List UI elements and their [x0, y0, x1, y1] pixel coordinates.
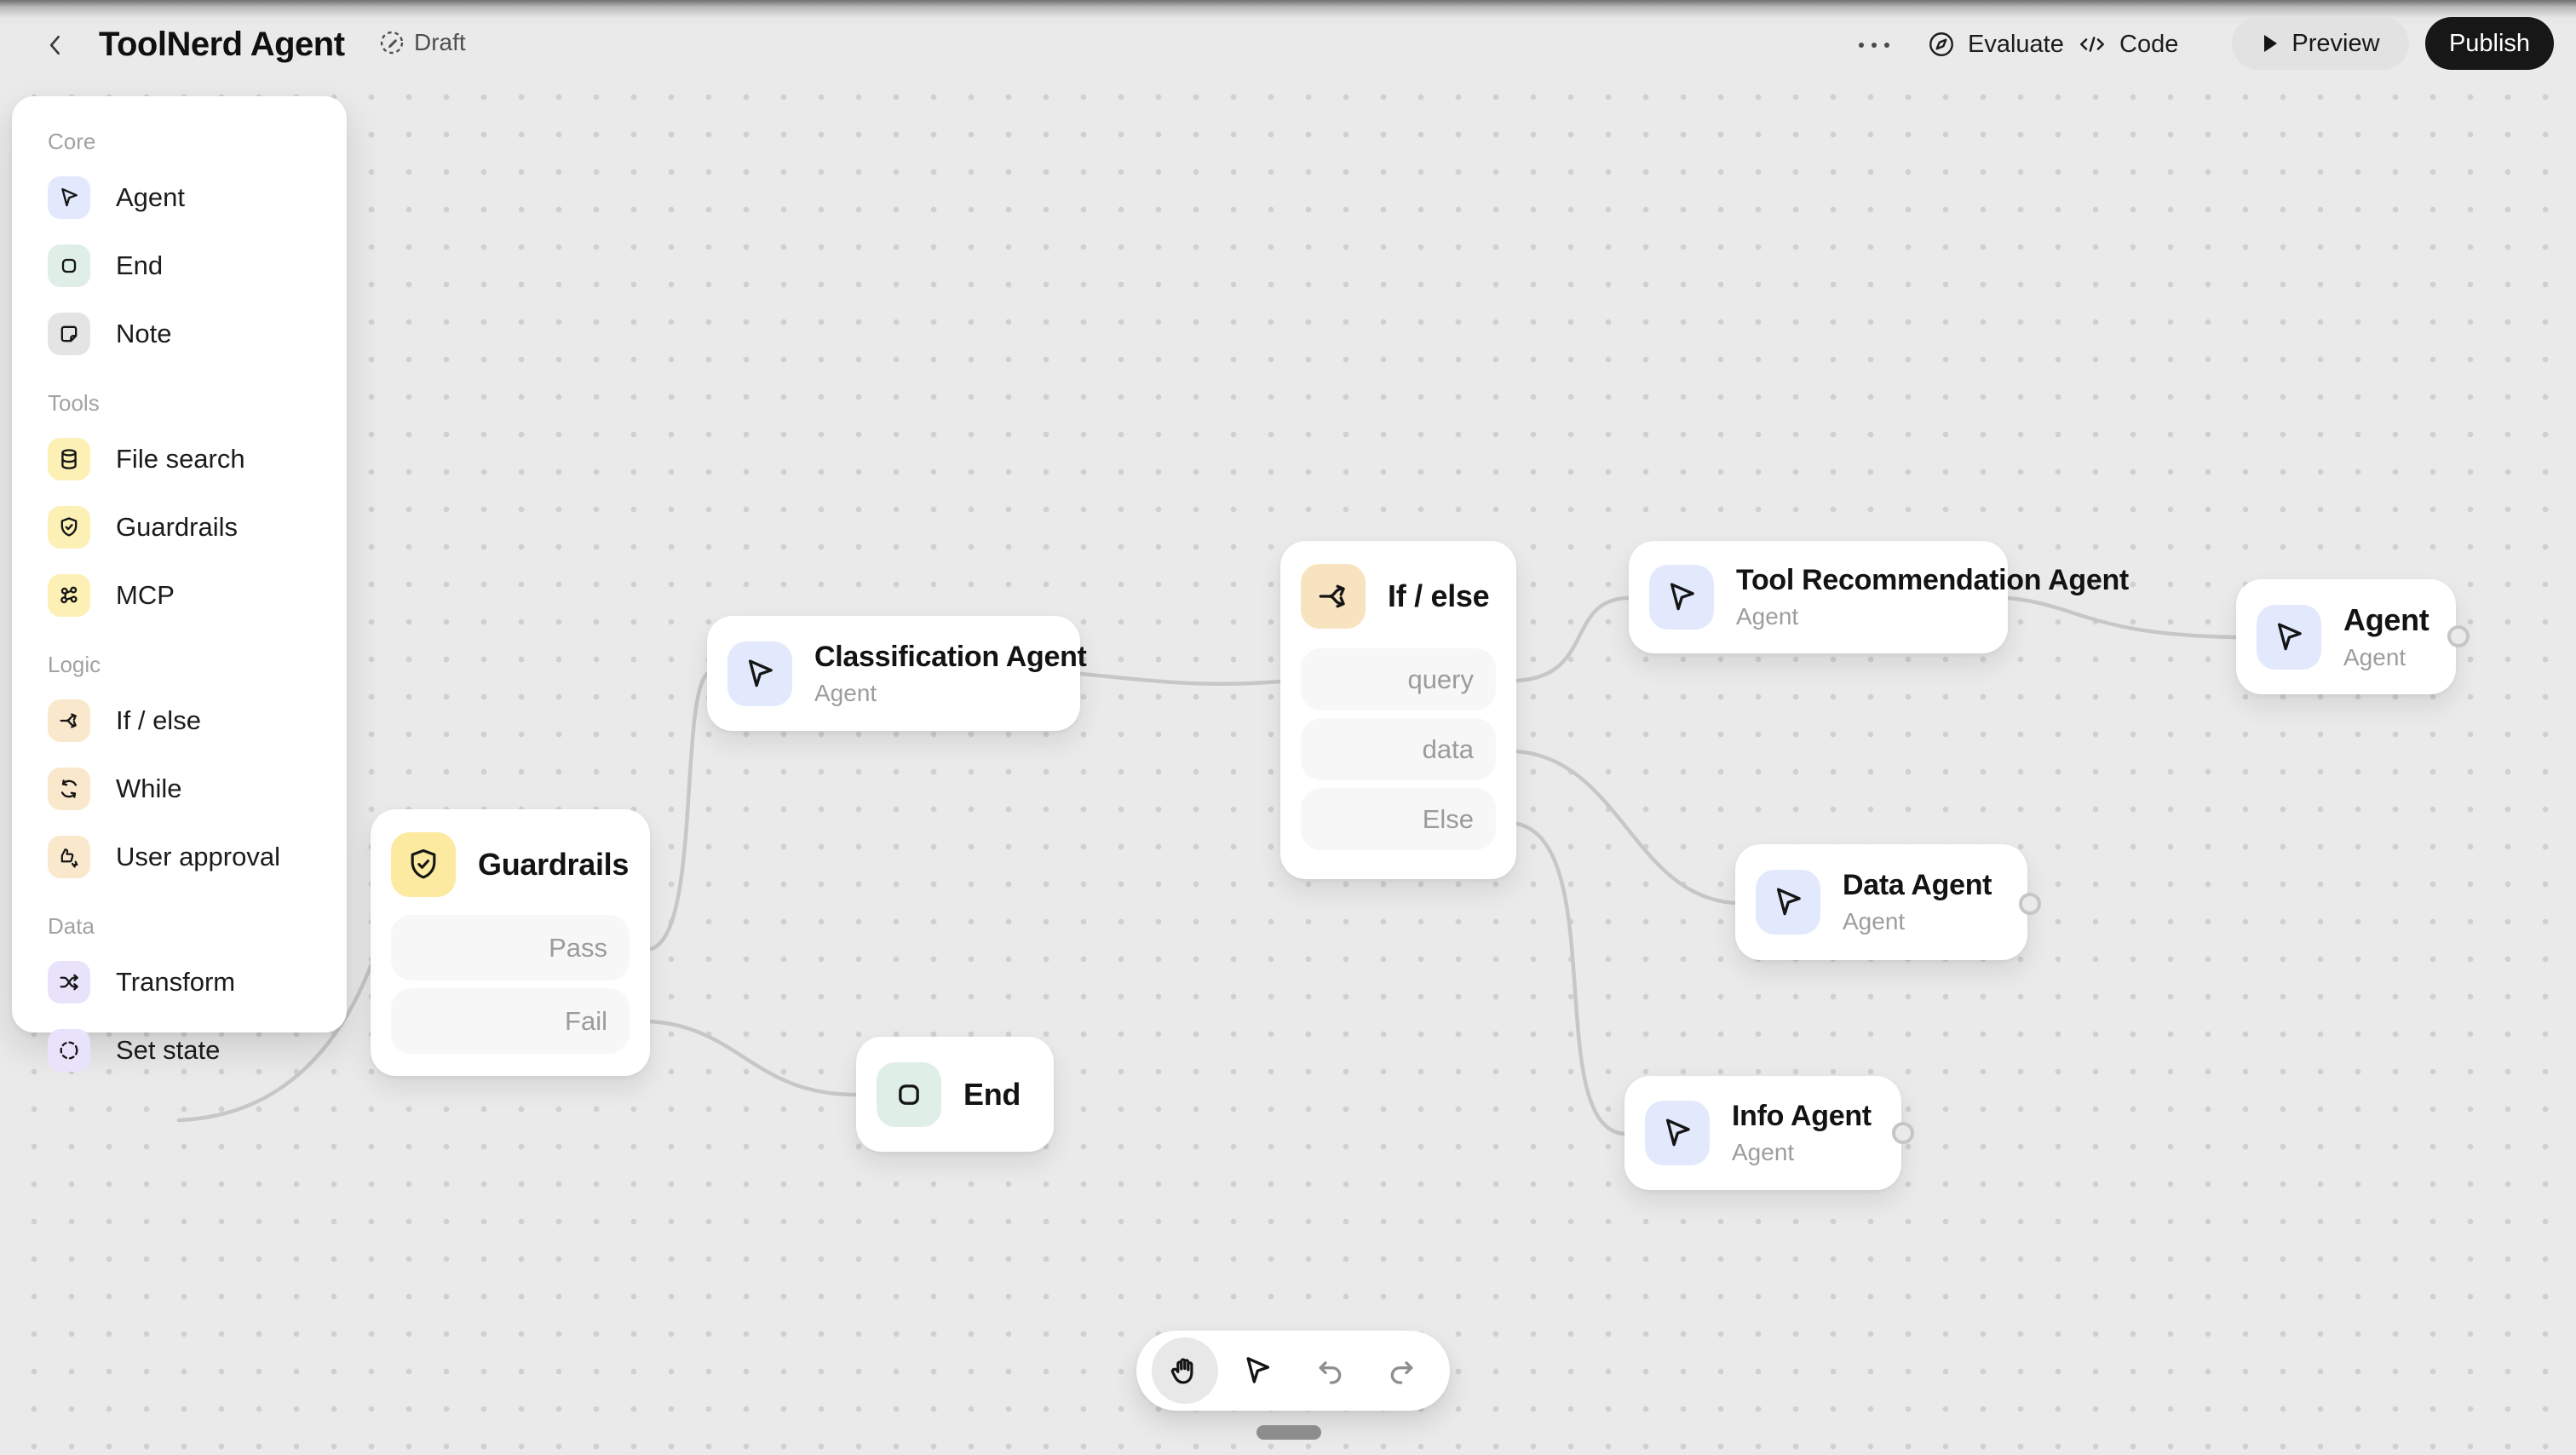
undo-icon	[1319, 1361, 1341, 1384]
cursor-arrow-icon	[1756, 870, 1820, 935]
cursor-arrow-icon	[1246, 1357, 1269, 1383]
edge-classification-ifelse	[1078, 671, 1282, 687]
draft-pencil-icon	[380, 31, 404, 55]
output-port[interactable]	[2019, 893, 2041, 915]
more-options-button[interactable]	[1854, 31, 1895, 60]
node-guardrails[interactable]: Guardrails Pass Fail	[371, 809, 650, 1076]
node-title: Info Agent	[1732, 1100, 1872, 1132]
section-label-data: Data	[48, 913, 95, 939]
publish-button[interactable]: Publish	[2425, 17, 2554, 70]
node-classification-agent[interactable]: Classification Agent Agent	[707, 616, 1087, 731]
sidebar-item-while[interactable]: While	[12, 755, 347, 823]
section-label-core: Core	[48, 129, 96, 154]
redo-icon	[1390, 1361, 1412, 1384]
node-title: Agent	[2343, 602, 2429, 637]
rounded-square-icon	[48, 244, 90, 287]
section-label-logic: Logic	[48, 652, 101, 677]
node-title: End	[963, 1076, 1021, 1112]
node-subtitle: Agent	[1736, 603, 1799, 630]
edge-fail-end	[648, 1019, 858, 1097]
node-agent[interactable]: Agent Agent	[2236, 579, 2456, 694]
undo-button[interactable]	[1297, 1337, 1363, 1404]
shuffle-icon	[48, 961, 90, 1004]
cursor-arrow-icon	[1645, 1101, 1710, 1165]
branch-icon	[1301, 564, 1366, 629]
node-title: Classification Agent	[814, 640, 1087, 673]
node-palette-sidebar: Core Agent End Note Tools File search Gu…	[12, 96, 347, 1072]
output-port[interactable]	[2447, 625, 2470, 647]
node-end[interactable]: End	[856, 1037, 1054, 1152]
code-icon	[2080, 37, 2104, 52]
ellipsis-icon	[1859, 43, 1889, 48]
evaluate-button[interactable]: Evaluate	[1927, 26, 2064, 63]
sidebar-item-if-else[interactable]: If / else	[12, 687, 347, 755]
dock-drag-handle[interactable]	[1256, 1425, 1321, 1440]
edge-pass-classification	[648, 671, 710, 952]
code-button[interactable]: Code	[2077, 26, 2178, 63]
node-title: If / else	[1388, 578, 1490, 613]
sidebar-item-agent[interactable]: Agent	[12, 164, 347, 232]
cursor-arrow-icon	[2257, 604, 2321, 670]
sidebar-item-user-approval[interactable]: User approval	[12, 823, 347, 891]
branch-icon	[48, 699, 90, 742]
node-info-agent[interactable]: Info Agent Agent	[1624, 1076, 1901, 1190]
node-subtitle: Agent	[2343, 644, 2406, 670]
header-bar: ToolNerd Agent Draft Evaluate Code Previ…	[0, 0, 2576, 94]
select-cursor-tool[interactable]	[1224, 1337, 1291, 1404]
page-title: ToolNerd Agent	[99, 26, 345, 63]
rounded-square-icon	[877, 1061, 941, 1127]
pan-hand-tool[interactable]	[1151, 1337, 1218, 1404]
cursor-arrow-icon	[1649, 565, 1714, 630]
note-icon	[48, 313, 90, 355]
play-icon	[2264, 35, 2278, 52]
node-subtitle: Agent	[1732, 1139, 1795, 1165]
node-title: Guardrails	[478, 847, 630, 882]
sidebar-item-file-search[interactable]: File search	[12, 425, 347, 493]
node-if-else[interactable]: If / else query data Else	[1280, 541, 1516, 879]
sidebar-item-end[interactable]: End	[12, 232, 347, 300]
thumbs-icon	[48, 836, 90, 878]
loop-icon	[48, 768, 90, 810]
back-button[interactable]	[39, 29, 72, 61]
molecule-icon	[48, 574, 90, 617]
node-subtitle: Agent	[814, 679, 877, 706]
branch-row-fail[interactable]: Fail	[391, 988, 630, 1054]
sidebar-item-set-state[interactable]: Set state	[12, 1016, 347, 1084]
database-icon	[48, 438, 90, 480]
node-subtitle: Agent	[1843, 908, 1906, 935]
branch-row-data[interactable]: data	[1301, 718, 1496, 780]
hand-icon	[1170, 1358, 1193, 1384]
flow-canvas[interactable]: Guardrails Pass Fail Classification Agen…	[0, 94, 2576, 1455]
sidebar-item-guardrails[interactable]: Guardrails	[12, 493, 347, 561]
dashed-circle-icon	[48, 1029, 90, 1072]
section-label-tools: Tools	[48, 390, 100, 416]
preview-button[interactable]: Preview	[2232, 17, 2409, 70]
node-title: Data Agent	[1843, 869, 1992, 901]
redo-button[interactable]	[1369, 1337, 1435, 1404]
sidebar-item-transform[interactable]: Transform	[12, 948, 347, 1016]
sidebar-item-mcp[interactable]: MCP	[12, 561, 347, 630]
cursor-arrow-icon	[727, 641, 792, 706]
edge-query-toolrec	[1515, 595, 1630, 683]
cursor-arrow-icon	[48, 176, 90, 219]
compass-icon	[1929, 32, 1953, 56]
branch-row-query[interactable]: query	[1301, 648, 1496, 710]
node-tool-recommendation-agent[interactable]: Tool Recommendation Agent Agent	[1629, 541, 2129, 653]
branch-row-else[interactable]: Else	[1301, 788, 1496, 850]
output-port[interactable]	[1892, 1122, 1914, 1144]
node-data-agent[interactable]: Data Agent Agent	[1735, 844, 2027, 960]
edge-else-infoagent	[1515, 821, 1626, 1136]
node-title: Tool Recommendation Agent	[1736, 564, 2129, 596]
branch-row-pass[interactable]: Pass	[391, 915, 630, 981]
canvas-toolbar	[1136, 1331, 1450, 1411]
shield-check-icon	[391, 832, 456, 897]
edge-data-dataagent	[1515, 749, 1737, 906]
shield-check-icon	[48, 506, 90, 549]
status-badge: Draft	[378, 29, 466, 56]
sidebar-item-note[interactable]: Note	[12, 300, 347, 368]
